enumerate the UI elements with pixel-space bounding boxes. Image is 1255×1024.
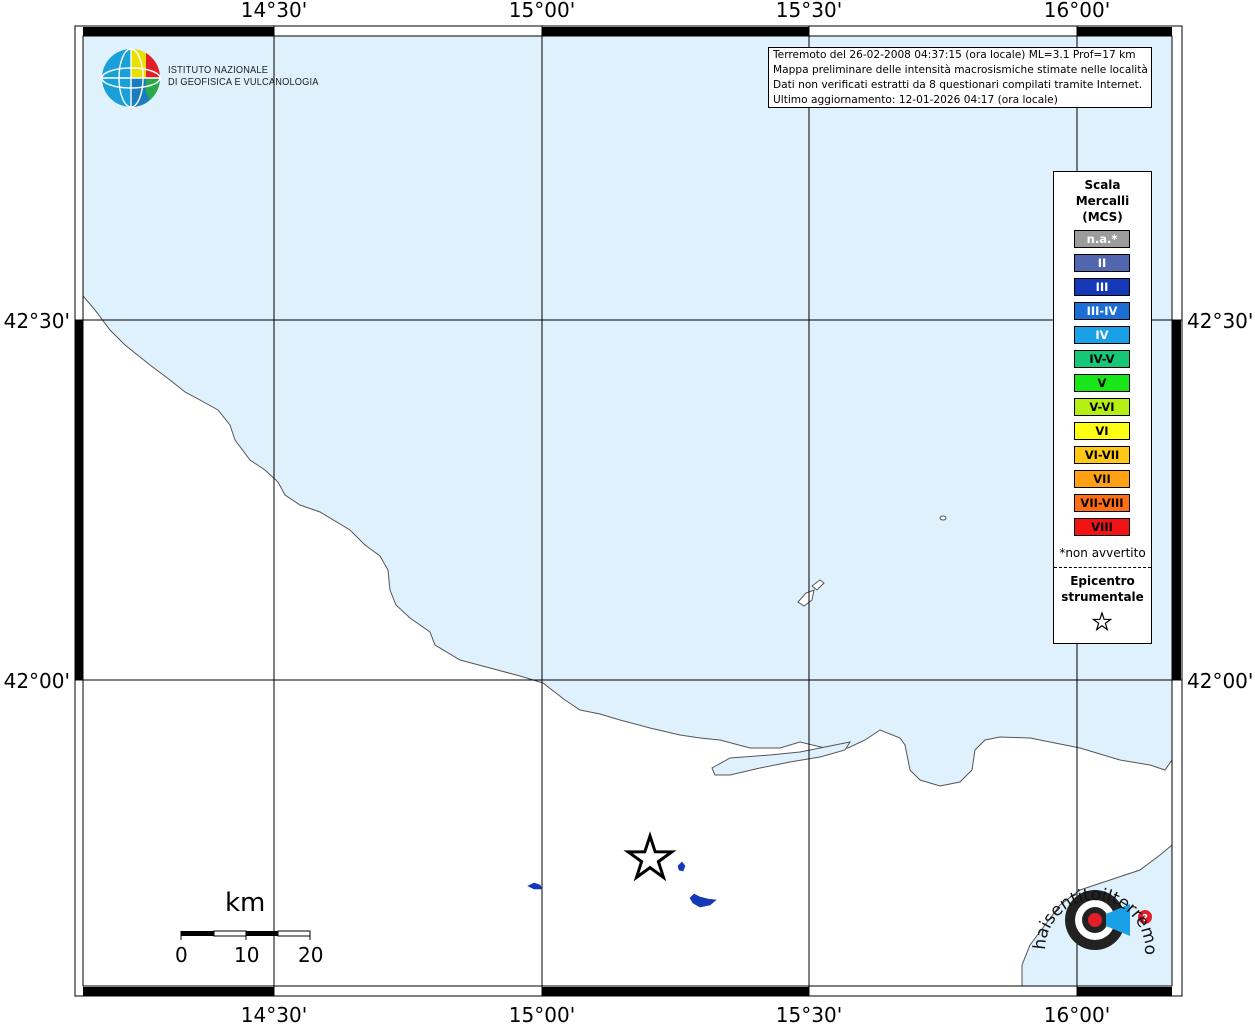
legend-item: n.a.* [1074, 230, 1130, 248]
scale-tick-label: 10 [234, 943, 260, 967]
legend-item: V [1074, 374, 1130, 392]
lon-label-top-3: 15°30' [776, 0, 842, 22]
legend-item: VII-VIII [1074, 494, 1130, 512]
event-info-box: Terremoto del 26-02-2008 04:37:15 (ora l… [768, 47, 1152, 108]
island [939, 515, 947, 521]
legend-item: V-VI [1074, 398, 1130, 416]
legend-item: IV [1074, 326, 1130, 344]
haisentito-badge[interactable]: ? haisentitoilterremoto.it www. [1020, 850, 1170, 980]
lon-label-bottom-4: 16°00' [1044, 1003, 1110, 1024]
lon-label-top-2: 15°00' [509, 0, 575, 22]
event-info-line: Terremoto del 26-02-2008 04:37:15 (ora l… [773, 49, 1136, 61]
mcs-legend: Scala Mercalli (MCS) n.a.* II III III-IV IV I… [1053, 171, 1152, 644]
scale-bar-graphic [180, 930, 311, 940]
legend-item: VI-VII [1074, 446, 1130, 464]
legend-item: IV-V [1074, 350, 1130, 368]
legend-note: *non avvertito [1059, 546, 1146, 560]
legend-item: VIII [1074, 518, 1130, 536]
legend-item: III-IV [1074, 302, 1130, 320]
lon-label-bottom-1: 14°30' [241, 1003, 307, 1024]
globe-icon [101, 48, 161, 108]
star-icon [1091, 611, 1113, 632]
scale-bar: km 0 10 20 [170, 885, 330, 975]
lat-label-right-2: 42°00' [1187, 669, 1253, 693]
org-line-1: ISTITUTO NAZIONALE [168, 64, 269, 76]
lat-label-left-1: 42°30' [4, 309, 70, 333]
lat-label-right-1: 42°30' [1187, 309, 1253, 333]
ingv-org-name: ISTITUTO NAZIONALE DI GEOFISICA E VULCAN… [168, 64, 319, 88]
event-info-line: Dati non verificati estratti da 8 questi… [773, 79, 1143, 91]
lat-label-left-2: 42°00' [4, 669, 70, 693]
lon-label-bottom-2: 15°00' [509, 1003, 575, 1024]
legend-item: III [1074, 278, 1130, 296]
legend-items: n.a.* II III III-IV IV IV-V V V-VI VI VI-VII VII VI… [1074, 230, 1130, 542]
epicenter-label-line: Epicentro [1070, 574, 1135, 588]
legend-item: VI [1074, 422, 1130, 440]
legend-title: Scala Mercalli (MCS) [1054, 177, 1151, 225]
epicenter-label-line: strumentale [1061, 590, 1144, 604]
legend-title-line: Scala [1084, 178, 1121, 192]
ingv-logo: ISTITUTO NAZIONALE DI GEOFISICA E VULCAN… [100, 47, 320, 109]
scale-tick-label: 0 [175, 943, 188, 967]
legend-item: II [1074, 254, 1130, 272]
event-info-line: Ultimo aggiornamento: 12-01-2026 04:17 (… [773, 94, 1058, 106]
scale-unit: km [225, 888, 266, 918]
event-info-line: Mappa preliminare delle intensità macros… [773, 64, 1148, 76]
lon-label-top-1: 14°30' [241, 0, 307, 22]
legend-title-line: Mercalli [1075, 194, 1130, 208]
legend-epicenter-label: Epicentro strumentale [1054, 573, 1151, 605]
scale-tick-label: 20 [298, 943, 324, 967]
lon-label-bottom-3: 15°30' [776, 1003, 842, 1024]
legend-title-line: (MCS) [1082, 210, 1123, 224]
legend-divider [1054, 567, 1151, 568]
lon-label-top-4: 16°00' [1044, 0, 1110, 22]
org-line-2: DI GEOFISICA E VULCANOLOGIA [168, 76, 319, 88]
legend-item: VII [1074, 470, 1130, 488]
